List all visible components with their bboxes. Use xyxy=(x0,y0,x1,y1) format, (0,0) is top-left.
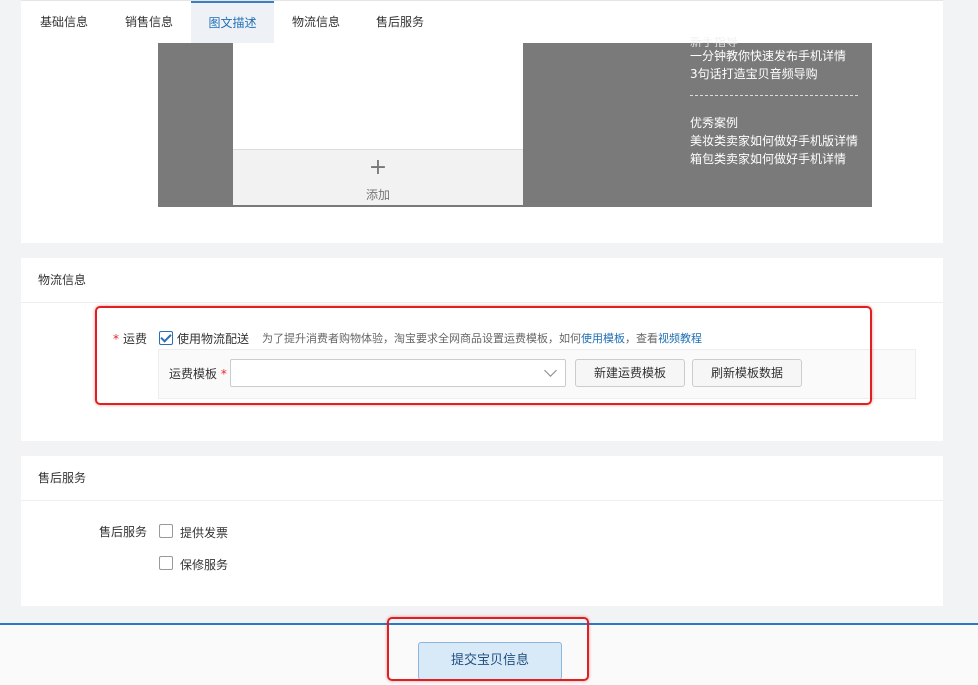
tab-basic-info[interactable]: 基础信息 xyxy=(21,1,107,44)
tab-logistics[interactable]: 物流信息 xyxy=(274,1,358,44)
footer-bar: 提交宝贝信息 xyxy=(0,617,978,685)
tab-sales-info[interactable]: 销售信息 xyxy=(107,1,191,44)
case-link-2[interactable]: 箱包类卖家如何做好手机详情 xyxy=(690,150,870,168)
highlight-box xyxy=(387,617,589,681)
warranty-checkbox[interactable] xyxy=(159,556,173,570)
warranty-label: 保修服务 xyxy=(180,558,229,572)
description-section: + 添加 新手指导 一分钟教你快速发布手机详情 3句话打造宝贝音频导购 优秀案例… xyxy=(21,37,943,243)
tab-after-sale[interactable]: 售后服务 xyxy=(358,1,442,44)
logistics-section: 物流信息 * 运费 使用物流配送 为了提升消费者购物体验，淘宝要求全网商品设置运费… xyxy=(21,258,943,441)
tab-description[interactable]: 图文描述 xyxy=(191,1,274,44)
section-title: 物流信息 xyxy=(38,273,87,287)
plus-icon: + xyxy=(368,155,388,180)
guide-link-1[interactable]: 一分钟教你快速发布手机详情 xyxy=(690,47,870,65)
divider xyxy=(21,500,943,501)
case-link-1[interactable]: 美妆类卖家如何做好手机版详情 xyxy=(690,132,870,150)
divider xyxy=(21,302,943,303)
add-label: 添加 xyxy=(365,188,390,202)
section-title: 售后服务 xyxy=(38,471,87,485)
highlight-box xyxy=(95,306,872,405)
divider xyxy=(690,95,858,96)
after-sale-label: 售后服务 xyxy=(99,525,148,539)
guide-panel: 新手指导 一分钟教你快速发布手机详情 3句话打造宝贝音频导购 优秀案例 美妆类卖… xyxy=(690,37,870,168)
guide-heading: 新手指导 xyxy=(690,37,739,47)
guide-link-2[interactable]: 3句话打造宝贝音频导购 xyxy=(690,65,870,83)
invoice-label: 提供发票 xyxy=(180,526,229,540)
cases-heading: 优秀案例 xyxy=(690,116,739,130)
invoice-checkbox[interactable] xyxy=(159,524,173,538)
after-sale-section: 售后服务 售后服务 提供发票 保修服务 xyxy=(21,456,943,606)
add-module-button[interactable]: + 添加 xyxy=(233,149,523,205)
